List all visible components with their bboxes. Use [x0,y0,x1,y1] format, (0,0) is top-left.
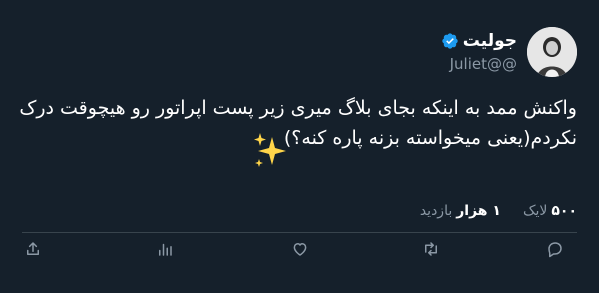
retweet-button[interactable] [420,238,442,260]
like-button[interactable] [289,238,311,260]
avatar[interactable] [527,27,577,77]
views-label: بازدید [419,203,453,219]
likes-label: لایک [522,203,548,219]
author-name-row: جولیت [441,31,517,51]
views-button[interactable] [154,238,176,260]
avatar-photo-icon [527,27,577,77]
action-bar [0,238,599,260]
tweet-text: واکنش ممد به اینکه بجای بلاگ میری زیر پس… [19,97,577,149]
views-icon [159,243,172,256]
retweet-icon [425,242,437,256]
tweet-stats: ۵۰۰ لایک ۱ هزار بازدید [420,202,577,220]
share-button[interactable] [22,238,44,260]
tweet-card: جولیت Juliet@@ واکنش ممد به اینکه بجای ب… [0,0,599,293]
likes-count[interactable]: ۵۰۰ [551,202,577,220]
views-count: ۱ هزار [456,203,501,219]
divider [22,232,577,233]
author-handle[interactable]: Juliet@@ [450,54,517,74]
like-icon [293,243,307,256]
reply-icon [548,242,562,258]
verified-badge-icon [441,32,459,50]
share-icon [27,242,39,255]
reply-button[interactable] [544,238,566,260]
author-display-name[interactable]: جولیت [463,31,517,51]
